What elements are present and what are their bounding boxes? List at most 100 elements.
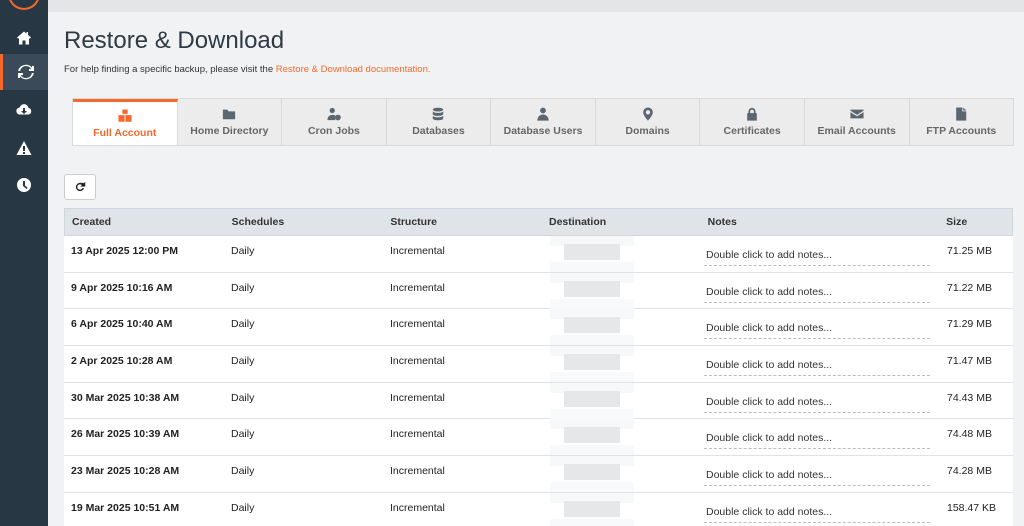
- table-row[interactable]: 13 Apr 2025 12:00 PM Daily Incremental D…: [64, 236, 1013, 273]
- structure-cell: Incremental: [390, 245, 445, 257]
- structure-cell: Incremental: [390, 428, 445, 441]
- schedule-cell: Daily: [231, 465, 255, 478]
- structure-cell: Incremental: [390, 355, 445, 368]
- schedule-cell: Daily: [231, 318, 255, 331]
- refresh-icon[interactable]: [0, 54, 48, 90]
- notes-editable[interactable]: Double click to add notes...: [704, 396, 930, 413]
- documentation-link[interactable]: Restore & Download documentation.: [276, 64, 431, 75]
- map-marker-icon: [642, 107, 653, 121]
- lock-icon: [747, 107, 757, 121]
- notes-cell: Double click to add notes...: [701, 309, 940, 340]
- help-prefix: For help finding a specific backup, plea…: [64, 64, 276, 75]
- destination-redacted: [550, 309, 634, 346]
- notes-cell: Double click to add notes...: [701, 419, 940, 450]
- tab-label: Certificates: [723, 125, 781, 137]
- tab-home-directory[interactable]: Home Directory: [178, 99, 283, 145]
- size-cell: 74.43 MB: [947, 391, 992, 404]
- created-cell: 19 Mar 2025 10:51 AM: [71, 501, 180, 514]
- column-header-schedules[interactable]: Schedules: [225, 216, 384, 228]
- warning-icon[interactable]: [0, 130, 48, 166]
- table-row[interactable]: 2 Apr 2025 10:28 AM Daily Incremental Do…: [64, 346, 1013, 383]
- tab-cron-jobs[interactable]: Cron Jobs: [282, 99, 387, 145]
- schedule-cell: Daily: [231, 501, 255, 514]
- backups-table: Created Schedules Structure Destination …: [64, 208, 1013, 526]
- notes-editable[interactable]: Double click to add notes...: [704, 469, 930, 487]
- schedule-cell: Daily: [231, 245, 255, 257]
- table-row[interactable]: 19 Mar 2025 10:51 AM Daily Incremental D…: [64, 492, 1013, 526]
- user-tie-icon: [537, 107, 549, 121]
- size-cell: 71.22 MB: [947, 281, 992, 294]
- user-clock-icon: [327, 107, 341, 121]
- tab-label: Email Accounts: [817, 125, 896, 137]
- tab-label: Database Users: [503, 125, 583, 137]
- refresh-icon: [75, 181, 86, 192]
- notes-editable[interactable]: Double click to add notes...: [704, 359, 930, 377]
- column-header-destination[interactable]: Destination: [542, 216, 701, 228]
- notes-cell: Double click to add notes...: [701, 236, 940, 266]
- column-header-created[interactable]: Created: [65, 216, 225, 228]
- home-icon[interactable]: [0, 20, 48, 56]
- column-header-size[interactable]: Size: [939, 216, 1012, 228]
- schedule-cell: Daily: [231, 391, 255, 404]
- destination-redacted: [550, 419, 634, 456]
- size-cell: 71.25 MB: [947, 245, 992, 257]
- notes-editable[interactable]: Double click to add notes...: [704, 506, 930, 523]
- size-cell: 74.48 MB: [947, 428, 992, 441]
- schedule-cell: Daily: [231, 281, 255, 294]
- tab-full-account[interactable]: Full Account: [73, 99, 178, 145]
- tab-ftp-accounts[interactable]: FTP Accounts: [910, 99, 1014, 145]
- clock-icon[interactable]: [0, 167, 48, 203]
- backup-type-tabs: Full Account Home Directory Cron Jobs Da…: [72, 98, 1014, 146]
- notes-cell: Double click to add notes...: [701, 456, 940, 487]
- notes-editable[interactable]: Double click to add notes...: [704, 322, 930, 340]
- table-row[interactable]: 6 Apr 2025 10:40 AM Daily Incremental Do…: [64, 309, 1013, 347]
- structure-cell: Incremental: [390, 465, 445, 478]
- help-text: For help finding a specific backup, plea…: [64, 64, 431, 75]
- column-header-structure[interactable]: Structure: [383, 216, 542, 228]
- created-cell: 6 Apr 2025 10:40 AM: [71, 318, 173, 331]
- column-header-notes[interactable]: Notes: [701, 216, 939, 228]
- sidebar: [0, 0, 48, 526]
- created-cell: 9 Apr 2025 10:16 AM: [71, 281, 173, 294]
- table-row[interactable]: 30 Mar 2025 10:38 AM Daily Incremental D…: [64, 382, 1013, 420]
- tab-label: Full Account: [93, 126, 157, 139]
- destination-redacted: [550, 492, 634, 526]
- destination-redacted: [550, 236, 634, 272]
- table-row[interactable]: 9 Apr 2025 10:16 AM Daily Incremental Do…: [64, 272, 1013, 310]
- table-header: Created Schedules Structure Destination …: [64, 208, 1013, 236]
- file-icon: [956, 107, 967, 121]
- folder-icon: [223, 109, 236, 120]
- size-cell: 71.29 MB: [947, 318, 992, 331]
- size-cell: 71.47 MB: [947, 355, 992, 368]
- structure-cell: Incremental: [390, 281, 445, 294]
- notes-cell: Double click to add notes...: [701, 273, 940, 303]
- notes-editable[interactable]: Double click to add notes...: [704, 432, 930, 450]
- cloud-download-icon[interactable]: [0, 92, 48, 128]
- tab-email-accounts[interactable]: Email Accounts: [805, 99, 910, 145]
- tab-domains[interactable]: Domains: [596, 99, 701, 145]
- tab-databases[interactable]: Databases: [387, 99, 492, 145]
- tab-label: Home Directory: [190, 125, 269, 137]
- tab-label: Cron Jobs: [307, 125, 360, 137]
- destination-redacted: [550, 346, 634, 383]
- notes-editable[interactable]: Double click to add notes...: [704, 249, 930, 266]
- created-cell: 2 Apr 2025 10:28 AM: [71, 355, 173, 368]
- notes-editable[interactable]: Double click to add notes...: [704, 286, 930, 303]
- created-cell: 23 Mar 2025 10:28 AM: [71, 465, 180, 478]
- schedule-cell: Daily: [231, 428, 255, 441]
- destination-redacted: [550, 382, 634, 419]
- refresh-button[interactable]: [64, 174, 96, 200]
- destination-redacted: [550, 456, 634, 493]
- top-bar: [48, 0, 1024, 12]
- size-cell: 74.28 MB: [947, 465, 992, 478]
- structure-cell: Incremental: [390, 391, 445, 404]
- table-row[interactable]: 26 Mar 2025 10:39 AM Daily Incremental D…: [64, 419, 1013, 457]
- envelope-icon: [850, 109, 864, 119]
- table-row[interactable]: 23 Mar 2025 10:28 AM Daily Incremental D…: [64, 456, 1013, 493]
- tab-certificates[interactable]: Certificates: [700, 99, 805, 145]
- tab-database-users[interactable]: Database Users: [491, 99, 596, 145]
- size-cell: 158.47 KB: [947, 501, 997, 514]
- created-cell: 26 Mar 2025 10:39 AM: [71, 428, 180, 441]
- logo-icon[interactable]: [8, 0, 40, 10]
- schedule-cell: Daily: [231, 355, 255, 368]
